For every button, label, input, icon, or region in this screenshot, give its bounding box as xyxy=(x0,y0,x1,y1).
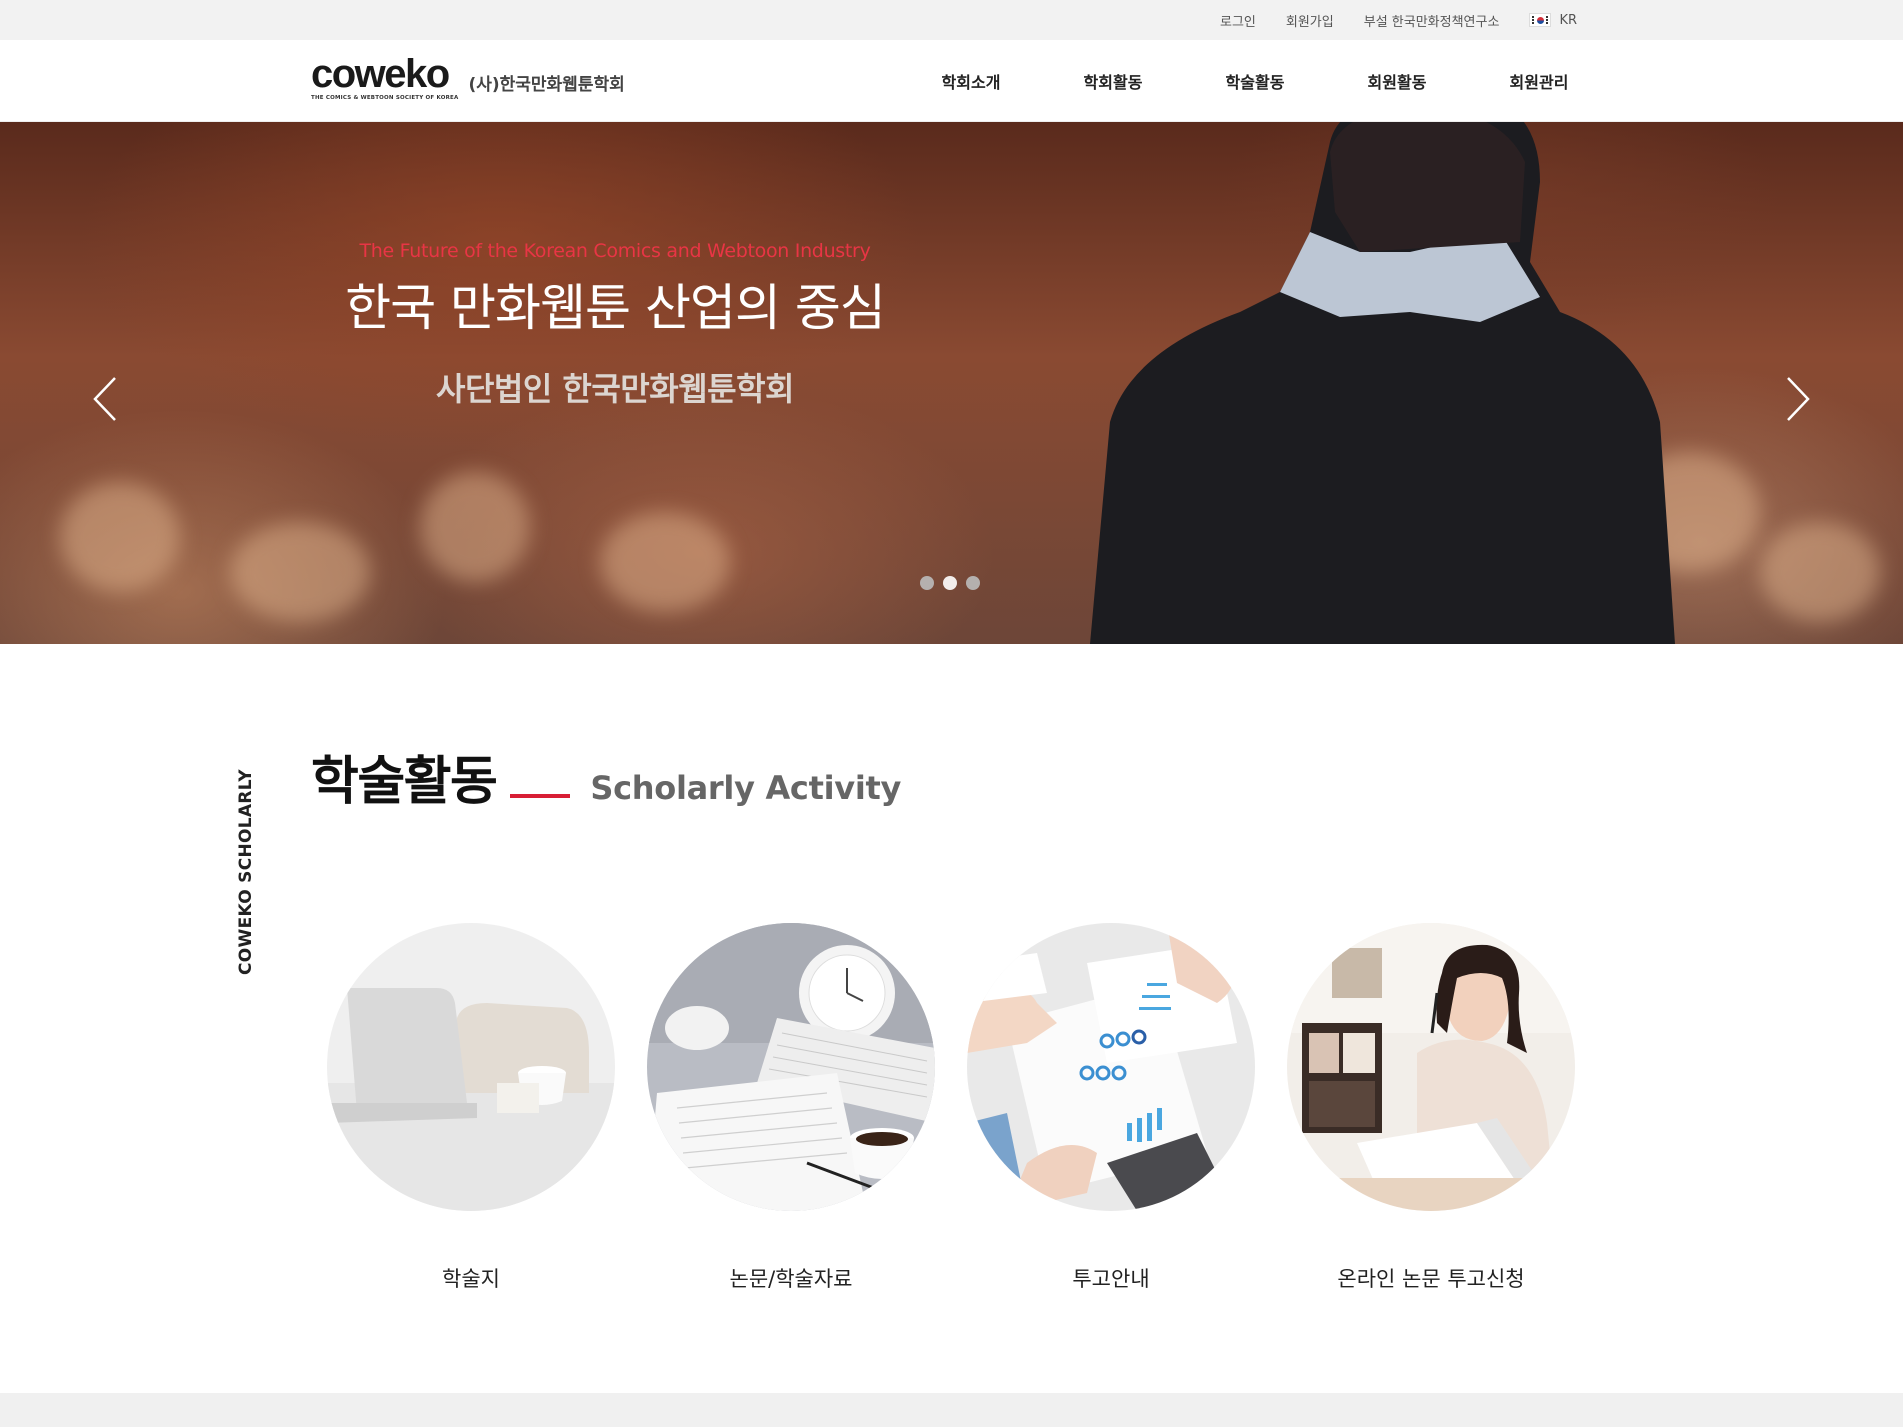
submission-guide-photo-image xyxy=(967,923,1255,1211)
card-online-submission[interactable]: 온라인 논문 투고신청 xyxy=(1287,923,1575,1293)
slider-prev-button[interactable] xyxy=(85,374,125,424)
nav-item-member-management[interactable]: 회원관리 xyxy=(1468,69,1610,93)
hero-slider: The Future of the Korean Comics and Webt… xyxy=(0,122,1903,644)
slider-pagination xyxy=(920,576,980,590)
chevron-right-icon xyxy=(1787,377,1810,421)
signup-link[interactable]: 회원가입 xyxy=(1286,11,1334,30)
main-nav: 학회소개 학회활동 학술활동 회원활동 회원관리 xyxy=(900,40,1610,122)
card-label: 온라인 논문 투고신청 xyxy=(1337,1267,1525,1291)
slider-next-button[interactable] xyxy=(1778,374,1818,424)
papers-photo-image xyxy=(647,923,935,1211)
side-label-text: COWEKO SCHOLARLY xyxy=(236,769,256,975)
card-journal[interactable]: 학술지 xyxy=(327,923,615,1293)
nav-item-about[interactable]: 학회소개 xyxy=(900,69,1042,93)
card-label: 학술지 xyxy=(442,1267,500,1291)
korea-flag-icon xyxy=(1529,13,1552,27)
utility-links: 로그인 회원가입 부설 한국만화정책연구소 KR xyxy=(1220,0,1577,40)
login-link[interactable]: 로그인 xyxy=(1220,11,1256,30)
language-selector[interactable]: KR xyxy=(1529,13,1577,28)
section-heading: 학술활동 Scholarly Activity xyxy=(311,752,901,812)
footer-strip xyxy=(0,1393,1903,1427)
card-submission-guide[interactable]: 투고안내 xyxy=(967,923,1255,1293)
hero-subtitle: 사단법인 한국만화웹툰학회 xyxy=(436,370,794,408)
institute-link[interactable]: 부설 한국만화정책연구소 xyxy=(1364,11,1500,30)
site-header: coweko THE COMICS & WEBTOON SOCIETY OF K… xyxy=(0,40,1903,122)
nav-item-scholarly-activities[interactable]: 학술활동 xyxy=(1184,69,1326,93)
hero-eyebrow: The Future of the Korean Comics and Webt… xyxy=(359,240,871,262)
logo-tagline: THE COMICS & WEBTOON SOCIETY OF KOREA xyxy=(311,95,459,101)
scholarly-cards: 학술지 논문/학술자료 투고안내 온라인 논문 투고신청 xyxy=(327,923,1575,1293)
section-accent-bar xyxy=(510,794,571,798)
nav-item-member-activities[interactable]: 회원활동 xyxy=(1326,69,1468,93)
card-label: 논문/학술자료 xyxy=(729,1267,853,1291)
hero-title: 한국 만화웹툰 산업의 중심 xyxy=(345,279,886,337)
chevron-left-icon xyxy=(93,377,116,421)
top-utility-bar: 로그인 회원가입 부설 한국만화정책연구소 KR xyxy=(0,0,1903,40)
section-title-english: Scholarly Activity xyxy=(590,769,902,807)
logo-korean-name: (사)한국만화웹툰학회 xyxy=(468,75,625,95)
online-submission-photo-image xyxy=(1287,923,1575,1211)
journal-photo-image xyxy=(327,923,615,1211)
bokeh-spot xyxy=(1760,522,1880,622)
slider-dot-1[interactable] xyxy=(920,576,934,590)
hero-text-block: The Future of the Korean Comics and Webt… xyxy=(330,240,900,410)
site-logo[interactable]: coweko THE COMICS & WEBTOON SOCIETY OF K… xyxy=(311,54,625,101)
card-papers[interactable]: 논문/학술자료 xyxy=(647,923,935,1293)
bokeh-spot xyxy=(420,472,530,582)
bokeh-spot xyxy=(600,512,730,612)
slider-dot-2[interactable] xyxy=(943,576,957,590)
side-vertical-label: COWEKO SCHOLARLY xyxy=(236,765,258,975)
bokeh-spot xyxy=(60,482,180,592)
language-label: KR xyxy=(1559,12,1577,28)
slider-dot-3[interactable] xyxy=(966,576,980,590)
bokeh-spot xyxy=(230,522,370,622)
logo-mark: coweko THE COMICS & WEBTOON SOCIETY OF K… xyxy=(311,54,458,101)
card-label: 투고안내 xyxy=(1072,1267,1150,1291)
logo-wordmark: coweko xyxy=(311,52,450,96)
nav-item-society-activities[interactable]: 학회활동 xyxy=(1042,69,1184,93)
speaker-silhouette-image xyxy=(1090,122,1675,644)
section-title-korean: 학술활동 xyxy=(311,752,498,812)
